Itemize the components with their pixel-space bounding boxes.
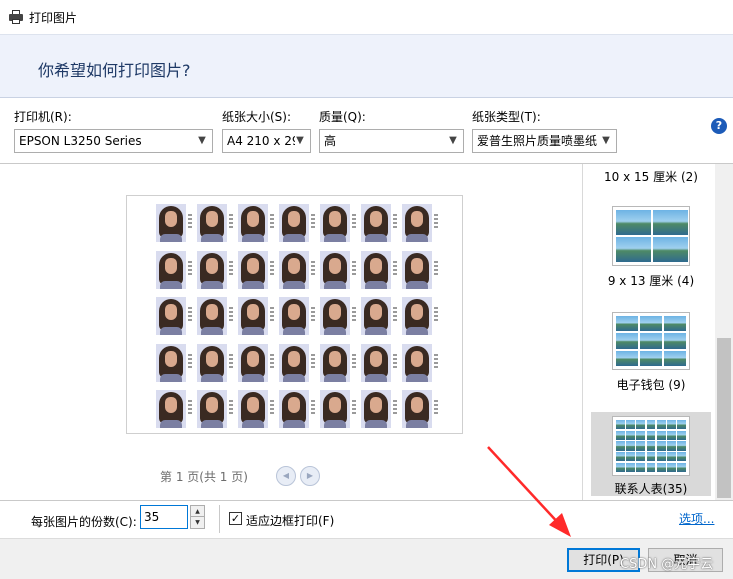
annotation-arrow-icon xyxy=(487,446,571,537)
